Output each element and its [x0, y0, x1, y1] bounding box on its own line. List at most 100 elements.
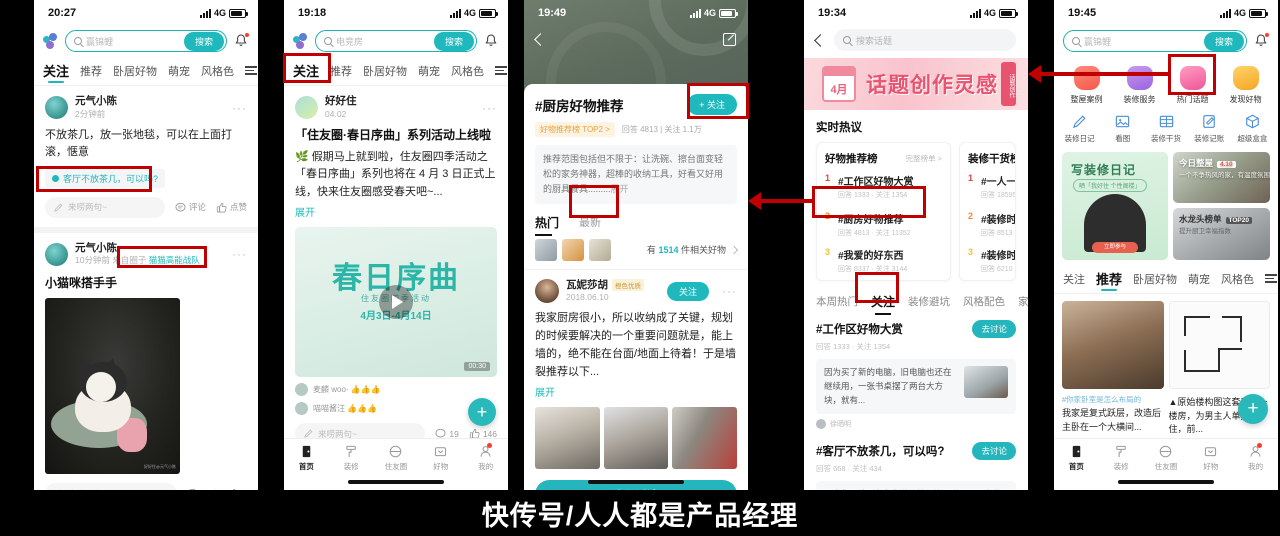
tab-woju-haowu[interactable]: 卧居好物 — [1133, 271, 1177, 287]
tabbar-item-home[interactable]: 首页 — [284, 444, 329, 472]
rank-badge[interactable]: 好物推荐榜 TOP2 > — [535, 122, 615, 137]
post-more-icon[interactable]: ··· — [232, 101, 247, 115]
avatar[interactable] — [45, 96, 68, 120]
play-button-icon[interactable] — [379, 285, 413, 320]
avatar[interactable] — [535, 279, 559, 304]
related-goods-row[interactable]: 有 1514 件相关好物 — [524, 231, 748, 270]
search-button[interactable]: 搜索 — [1203, 31, 1244, 51]
tabbar-item-community[interactable]: 住友圈 — [374, 444, 419, 472]
create-post-button[interactable]: + — [1238, 394, 1268, 424]
entry-decoration-budget[interactable]: 装修记账 — [1188, 113, 1231, 144]
entry-browse-photos[interactable]: 看图 — [1101, 113, 1144, 144]
answer-author[interactable]: 瓦妮莎胡 — [566, 279, 608, 293]
entry-discover-goods[interactable]: 发现好物 — [1219, 66, 1272, 105]
rank-item[interactable]: 2 #装修时，悔 回答 8513 · 关... — [968, 211, 1015, 238]
tab-guanzhu[interactable]: 关注 — [293, 61, 319, 80]
expand-link[interactable]: 展开 — [295, 204, 497, 219]
tabbar-item-home[interactable]: 首页 — [1054, 444, 1099, 472]
comment-input[interactable]: 来唠两句~ — [45, 196, 165, 218]
tabbar-item-goods[interactable]: 好物 — [1188, 444, 1233, 472]
entry-super-box[interactable]: 超级盒盒 — [1231, 113, 1274, 144]
banner-cta[interactable]: 立即参与 — [1092, 242, 1138, 253]
tab-tuijian[interactable]: 推荐 — [1096, 269, 1122, 288]
menu-icon[interactable] — [495, 66, 508, 75]
back-icon[interactable] — [814, 33, 827, 47]
tabbar-item-decoration[interactable]: 装修 — [329, 444, 374, 472]
banner-write-diary[interactable]: 写装修日记 晒「我好住 个性阁楼」 立即参与 — [1062, 152, 1168, 260]
search-input[interactable]: 赢锦鲤 搜索 — [1063, 30, 1247, 52]
post-photo[interactable]: 好好住@元气小陈 — [45, 298, 180, 475]
follow-user-button[interactable]: 关注 — [666, 281, 709, 301]
tab-appliances[interactable]: 家电 — [1018, 294, 1028, 309]
tabbar-item-goods[interactable]: 好物 — [418, 444, 463, 472]
menu-icon[interactable] — [245, 66, 258, 75]
post-more-icon[interactable]: ··· — [482, 101, 497, 115]
tab-guanzhu[interactable]: 关注 — [1063, 271, 1085, 287]
creative-inspiration-banner[interactable]: 4月 话题创作灵感 话题创作 — [804, 58, 1028, 110]
answer-more-icon[interactable]: ··· — [722, 284, 737, 298]
post-author[interactable]: 元气小陈 — [75, 242, 200, 256]
tab-hot[interactable]: 热门 — [535, 214, 559, 236]
tab-mengchong[interactable]: 萌宠 — [1188, 271, 1210, 287]
search-input[interactable]: 电竞房 搜索 — [315, 30, 477, 52]
notification-bell-icon[interactable] — [483, 33, 499, 50]
search-button[interactable]: 搜索 — [433, 31, 474, 51]
tab-guanzhu[interactable]: 关注 — [871, 293, 895, 310]
description-more[interactable]: 展开 — [611, 184, 629, 194]
tabbar-item-profile[interactable]: 我的 — [1233, 443, 1278, 472]
notification-bell-icon[interactable] — [233, 31, 250, 50]
discuss-button[interactable]: 去讨论 — [972, 442, 1016, 461]
share-icon[interactable] — [723, 32, 736, 46]
tab-woju-haowu[interactable]: 卧居好物 — [113, 63, 157, 79]
entry-decoration-guide[interactable]: 装修干货 — [1144, 113, 1187, 144]
post-author[interactable]: 元气小陈 — [75, 95, 117, 109]
tab-style-colors[interactable]: 风格配色 — [963, 294, 1005, 309]
tab-fenggese[interactable]: 风格色 — [201, 63, 234, 79]
back-icon[interactable] — [534, 32, 547, 46]
tab-fenggese[interactable]: 风格色 — [451, 63, 484, 79]
tab-fenggese[interactable]: 风格色 — [1221, 271, 1254, 287]
topic-item-quote[interactable]: 不太行...对于我家来说，茶几算是刚需：母上大人希望它是可以储物的；父王希望它是… — [816, 481, 1016, 490]
discuss-button[interactable]: 去讨论 — [972, 320, 1016, 338]
rank-item[interactable]: 3 #我爱的好东西 回答 8337 · 关注 3144 — [825, 247, 942, 274]
tab-woju-haowu[interactable]: 卧居好物 — [363, 63, 407, 79]
tab-tuijian[interactable]: 推荐 — [330, 63, 352, 79]
topic-item-title[interactable]: #客厅不放茶几，可以吗? — [816, 443, 944, 459]
comment-input[interactable]: 来唠两句~ — [45, 483, 178, 490]
search-input[interactable]: 搜索话题 — [834, 29, 1016, 51]
answer-image[interactable] — [603, 407, 669, 470]
answer-image[interactable] — [672, 407, 738, 470]
avatar[interactable] — [45, 242, 68, 266]
post-author[interactable]: 好好住 — [325, 95, 357, 109]
tab-tuijian[interactable]: 推荐 — [80, 63, 102, 79]
tab-weekly-hot[interactable]: 本周热门 — [816, 294, 858, 309]
create-post-button[interactable]: + — [468, 398, 496, 426]
tab-newest[interactable]: 最新 — [579, 214, 601, 230]
tab-guanzhu[interactable]: 关注 — [43, 61, 69, 80]
search-button[interactable]: 搜索 — [183, 31, 224, 51]
notification-bell-icon[interactable] — [1253, 31, 1270, 50]
expand-link[interactable]: 展开 — [535, 384, 737, 399]
rank-item[interactable]: 1 #一人一个最 回答 18595 · 关... — [968, 173, 1015, 200]
banner-faucet-ranking[interactable]: 水龙头榜单 TOP20 提升厨卫幸福指数 — [1173, 208, 1270, 260]
search-input[interactable]: 赢锦鲤 搜索 — [65, 30, 227, 52]
menu-icon[interactable] — [1265, 274, 1278, 283]
tab-mengchong[interactable]: 萌宠 — [418, 63, 440, 79]
entry-hot-topics[interactable]: 热门话题 — [1166, 66, 1219, 105]
answer-image[interactable] — [535, 407, 600, 470]
tabbar-item-profile[interactable]: 我的 — [463, 443, 508, 472]
activity-banner[interactable]: 春日序曲 住友圈四季活动 4月3日-4月14日 00:30 — [295, 227, 497, 378]
post-topic-chip[interactable]: 客厅不放茶几，可以吗? — [45, 168, 166, 188]
tab-decoration-pitfalls[interactable]: 装修避坑 — [908, 294, 950, 309]
post-circle[interactable]: 猫猫高能战队 — [149, 255, 200, 265]
rank-item[interactable]: 3 #装修时，最 回答 6210 · 关... — [968, 247, 1015, 274]
banner-today-house[interactable]: 今日整屋 4.10 一个不争热风的家，有温度氛围感 — [1173, 152, 1270, 203]
rank-item[interactable]: 2 #厨房好物推荐 回答 4813 · 关注 11352 — [825, 211, 942, 238]
tabbar-item-community[interactable]: 住友圈 — [1144, 444, 1189, 472]
feed-topic-tag[interactable]: #你家卧室是怎么布局的 — [1062, 394, 1164, 405]
comment-button[interactable]: 评论 — [175, 201, 206, 213]
topic-item-quote[interactable]: 因为买了新的电脑，旧电脑也还在继续用，一张书桌摆了两台大方块，就有... — [816, 359, 1016, 415]
tabbar-item-decoration[interactable]: 装修 — [1099, 444, 1144, 472]
full-ranking-link[interactable]: 完整榜单 > — [906, 153, 942, 164]
post-more-icon[interactable]: ··· — [232, 247, 247, 261]
